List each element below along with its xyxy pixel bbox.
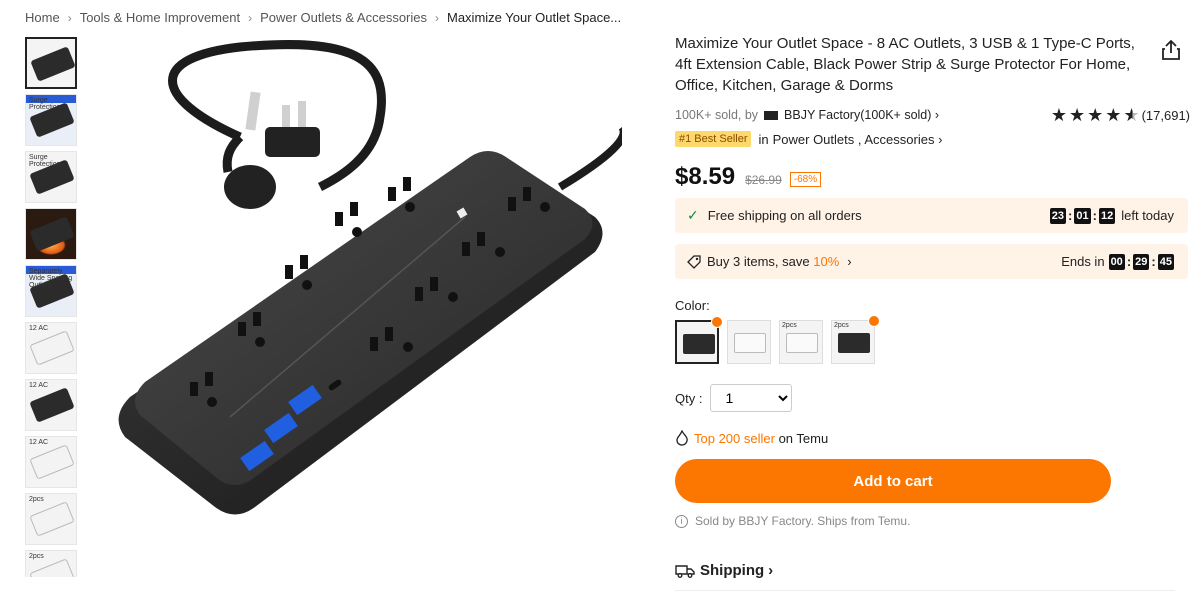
chevron-right-icon: › [435, 10, 439, 25]
best-seller-row: #1 Best Seller in Power Outlets , Access… [675, 131, 942, 147]
add-to-cart-button[interactable]: Add to cart [675, 459, 1111, 503]
thumbnail-10[interactable]: 2pcs [25, 550, 77, 577]
shipping-heading-label: Shipping [700, 562, 765, 579]
color-label: Color: [675, 298, 710, 313]
promo-percent: 10% [813, 254, 840, 269]
thumbnail-label: 2pcs [29, 496, 44, 503]
swatch-label: 2pcs [782, 322, 797, 329]
truck-icon [675, 564, 695, 578]
breadcrumb-tools[interactable]: Tools & Home Improvement [80, 10, 240, 25]
breadcrumb: Home › Tools & Home Improvement › Power … [25, 10, 621, 25]
star-icon: ★ [1050, 105, 1068, 125]
store-logo-icon [763, 111, 778, 120]
sold-count: 100K+ sold, by [675, 108, 759, 122]
timer-suffix: left today [1121, 208, 1174, 223]
promo-timer: Ends in 00: 29: 45 [1061, 253, 1174, 270]
free-shipping-banner: ✓ Free shipping on all orders 23: 01: 12… [675, 198, 1188, 233]
star-icon: ★ [1069, 105, 1086, 125]
quantity-row: Qty : 1 [675, 384, 793, 412]
best-seller-badge: #1 Best Seller [675, 131, 752, 147]
shipping-timer: 23: 01: 12 left today [1049, 207, 1174, 224]
thumbnail-6[interactable]: 12 AC [25, 322, 77, 374]
promo-text: Buy 3 items, save [707, 254, 810, 269]
thumbnail-label: Separately Wide Spacing Outlets [29, 268, 73, 289]
top-seller-suffix: on Temu [778, 430, 829, 446]
color-swatch-2[interactable] [727, 320, 771, 364]
discount-badge: -68% [789, 172, 822, 187]
sold-by-row: i Sold by BBJY Factory. Ships from Temu. [675, 514, 910, 528]
current-price: $8.59 [675, 163, 736, 190]
breadcrumb-current: Maximize Your Outlet Space... [447, 10, 622, 25]
hot-badge-icon [868, 315, 880, 327]
thumbnail-3[interactable]: Surge Protection [25, 151, 77, 203]
color-swatch-3[interactable]: 2pcs [779, 320, 823, 364]
thumbnail-label: 12 AC [29, 382, 49, 389]
original-price: $26.99 [745, 173, 782, 187]
timer-hours: 23 [1049, 207, 1067, 224]
thumbnail-label: 12 AC [29, 325, 49, 332]
color-swatch-4[interactable]: 2pcs [831, 315, 880, 364]
sold-by-text: Sold by BBJY Factory. Ships from Temu. [695, 514, 911, 528]
seller-meta: 100K+ sold, by BBJY Factory(100K+ sold) … [675, 105, 1190, 125]
ends-in-label: Ends in [1061, 254, 1105, 269]
chevron-right-icon: › [248, 10, 253, 25]
divider [675, 590, 1175, 591]
product-info: Maximize Your Outlet Space - 8 AC Outlet… [675, 33, 1190, 591]
timer-hours: 00 [1108, 253, 1125, 270]
thumbnail-label: Surge Protection [29, 97, 61, 111]
shipping-text: Free shipping on all orders [707, 208, 862, 223]
promo-banner[interactable]: Buy 3 items, save 10% › Ends in 00: 29: … [675, 244, 1188, 279]
qty-label: Qty : [675, 390, 703, 406]
rating[interactable]: ★ ★ ★ ★ ★ (17,691) [1050, 105, 1190, 125]
rating-count: (17,691) [1141, 107, 1190, 123]
color-swatches: 2pcs 2pcs [675, 315, 883, 364]
swatch-label: 2pcs [834, 322, 849, 329]
timer-seconds: 12 [1098, 207, 1116, 224]
info-icon: i [675, 514, 688, 528]
thumbnail-8[interactable]: 12 AC [25, 436, 77, 488]
thumbnail-2[interactable]: Surge Protection [25, 94, 77, 146]
thumbnail-label: 2pcs [29, 553, 44, 560]
star-icon: ★ [1105, 105, 1122, 125]
hot-badge-icon [711, 316, 723, 328]
timer-minutes: 01 [1074, 207, 1091, 224]
color-swatch-1[interactable] [675, 316, 723, 364]
thumbnail-label: Surge Protection [29, 154, 61, 168]
chevron-right-icon: › [67, 10, 72, 25]
product-title: Maximize Your Outlet Space - 8 AC Outlet… [675, 35, 1135, 94]
half-star-icon: ★ [1123, 105, 1140, 125]
breadcrumb-power-outlets[interactable]: Power Outlets & Accessories [260, 10, 427, 25]
category-name: Power Outlets , Accessories [772, 131, 935, 147]
breadcrumb-home[interactable]: Home [25, 10, 60, 25]
flame-icon [676, 430, 688, 446]
top-seller-highlight: Top 200 seller [694, 430, 775, 446]
price-row: $8.59 $26.99 -68% [675, 163, 822, 191]
category-link[interactable]: Power Outlets , Accessories › [773, 132, 943, 147]
shipping-heading[interactable]: Shipping › [675, 562, 773, 579]
main-product-image[interactable] [90, 37, 622, 577]
thumbnail-4[interactable] [25, 208, 77, 260]
timer-minutes: 29 [1133, 253, 1150, 270]
tag-icon [687, 254, 701, 269]
store-link[interactable]: BBJY Factory(100K+ sold) › [784, 108, 939, 122]
chevron-right-icon: › [768, 562, 774, 579]
quantity-select[interactable]: 1 [710, 384, 793, 412]
chevron-right-icon: › [847, 254, 852, 269]
thumbnail-5[interactable]: Separately Wide Spacing Outlets [25, 265, 77, 317]
check-icon: ✓ [687, 207, 699, 223]
timer-seconds: 45 [1157, 253, 1174, 270]
thumbnail-1[interactable] [25, 37, 77, 89]
thumbnail-9[interactable]: 2pcs [25, 493, 77, 545]
power-strip-image [118, 40, 622, 515]
star-icon: ★ [1087, 105, 1104, 125]
thumbnail-7[interactable]: 12 AC [25, 379, 77, 431]
thumbnail-list: Surge Protection Surge Protection Separate… [25, 37, 79, 577]
thumbnail-label: 12 AC [29, 439, 49, 446]
share-icon[interactable] [1160, 39, 1182, 61]
category-prefix: in [758, 131, 769, 147]
top-seller-row: Top 200 seller on Temu [675, 430, 828, 446]
store-name: BBJY Factory(100K+ sold) [784, 108, 932, 122]
